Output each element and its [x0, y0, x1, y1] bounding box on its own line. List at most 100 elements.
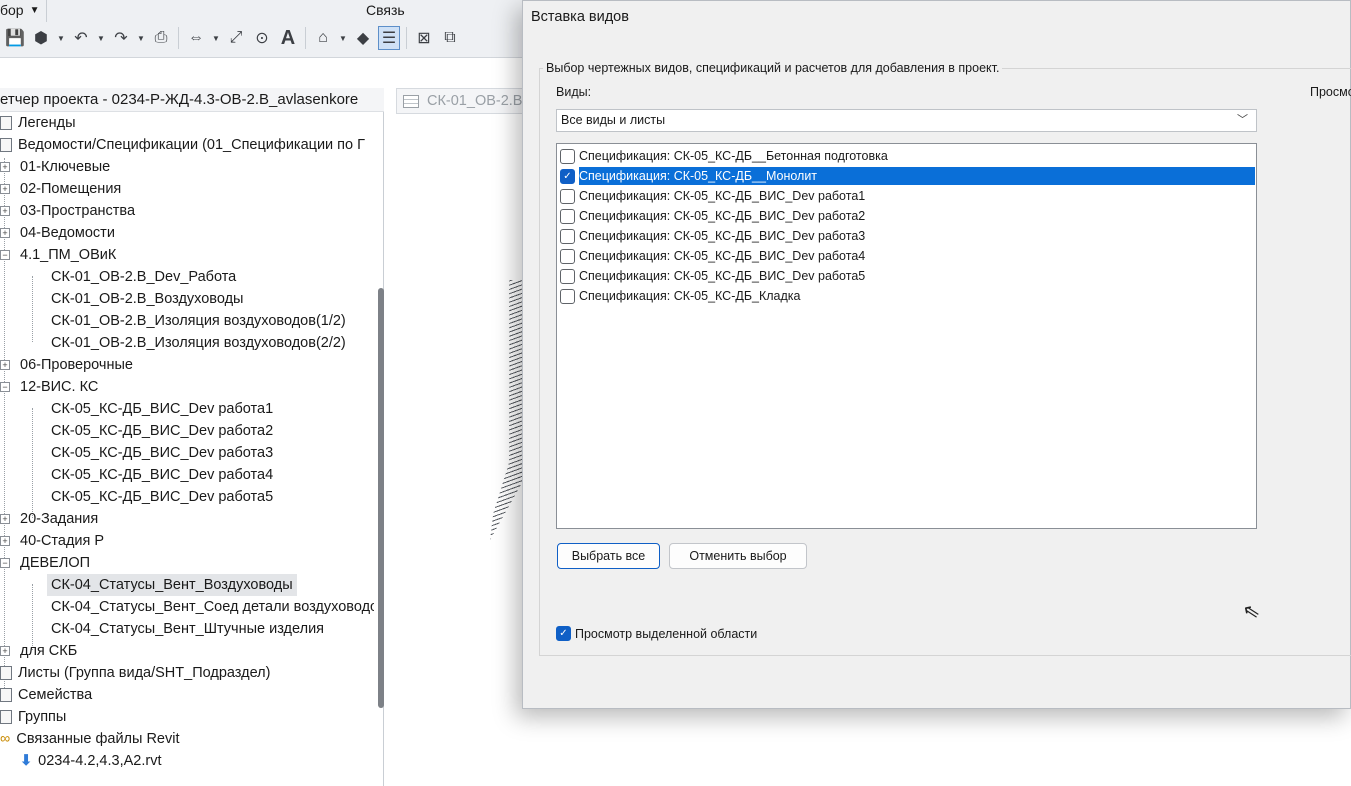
thin-lines-icon[interactable]: ☰	[378, 26, 400, 50]
tree-item-folder[interactable]: + для СКБ	[0, 640, 77, 662]
checkbox[interactable]	[560, 208, 575, 224]
ribbon-panel-dropdown[interactable]: бор ▼	[0, 2, 40, 18]
deselect-button[interactable]: Отменить выбор	[669, 543, 807, 569]
align-icon[interactable]: ⇔	[185, 26, 207, 50]
tree-item-folder[interactable]: − ДЕВЕЛОП	[0, 552, 90, 574]
chevron-down-icon[interactable]: ▼	[211, 26, 221, 50]
tree-item-groups[interactable]: Группы	[0, 706, 66, 728]
checkbox[interactable]	[560, 188, 575, 204]
project-browser-title: етчер проекта - 0234-Р-ЖД-4.3-ОВ-2.В_avl…	[0, 88, 384, 112]
select-all-button[interactable]: Выбрать все	[557, 543, 660, 569]
list-item[interactable]: Спецификация: СК-05_КС-ДБ_ВИС_Dev работа…	[558, 206, 1255, 226]
drawing-canvas[interactable]	[397, 114, 527, 786]
tree-item-label: СК-04_Статусы_Вент_Штучные изделия	[51, 621, 325, 637]
chevron-down-icon[interactable]: ▼	[96, 26, 106, 50]
checkbox-checked[interactable]: ✓	[560, 168, 575, 184]
expand-icon[interactable]: +	[0, 206, 10, 216]
checkbox-checked[interactable]: ✓	[556, 626, 571, 641]
tree-item-schedule[interactable]: СК-04_Статусы_Вент_Штучные изделия	[51, 618, 324, 640]
tree-item-label: СК-04_Статусы_Вент_Воздуховоды	[51, 577, 293, 593]
list-item[interactable]: Спецификация: СК-05_КС-ДБ_ВИС_Dev работа…	[558, 226, 1255, 246]
tree-item-label: 4.1_ПМ_ОВиК	[20, 247, 117, 263]
tree-item-folder[interactable]: + 04-Ведомости	[0, 222, 115, 244]
tree-item-folder[interactable]: + 20-Задания	[0, 508, 98, 530]
tree-item-legends[interactable]: Легенды	[0, 112, 76, 134]
tree-item-linked-file[interactable]: ⬇ 0234-4.2,4.3,А2.rvt	[20, 750, 161, 772]
tree-item-schedules[interactable]: Ведомости/Спецификации (01_Спецификации …	[0, 134, 365, 156]
collapse-icon[interactable]: −	[0, 558, 10, 568]
browser-scrollbar[interactable]	[378, 288, 384, 708]
tree-item-folder[interactable]: + 02-Помещения	[0, 178, 121, 200]
redo-icon[interactable]: ↷	[110, 26, 132, 50]
tree-item-families[interactable]: Семейства	[0, 684, 92, 706]
open-cube-icon[interactable]: ⬢	[30, 26, 52, 50]
ribbon-separator	[46, 0, 47, 22]
legend-icon	[0, 116, 12, 130]
checkbox[interactable]	[560, 248, 575, 264]
text-icon[interactable]: A	[277, 26, 299, 50]
chevron-down-icon[interactable]: ▼	[56, 26, 66, 50]
collapse-icon[interactable]: −	[0, 250, 10, 260]
tree-item-label: СК-01_ОВ-2.В_Dev_Работа	[51, 269, 237, 285]
expand-icon[interactable]: +	[0, 184, 10, 194]
checkbox[interactable]	[560, 148, 575, 164]
chevron-down-icon[interactable]: ▼	[338, 26, 348, 50]
tree-item-schedule[interactable]: СК-04_Статусы_Вент_Соед детали воздухово…	[51, 596, 374, 618]
tree-item-sheets[interactable]: Листы (Группа вида/SHT_Подраздел)	[0, 662, 270, 684]
list-item[interactable]: Спецификация: СК-05_КС-ДБ_ВИС_Dev работа…	[558, 246, 1255, 266]
tab-view[interactable]: СК-01_ОВ-2.В	[396, 88, 526, 114]
list-item[interactable]: Спецификация: СК-05_КС-ДБ__Бетонная подг…	[558, 146, 1255, 166]
tree-item-folder[interactable]: + 06-Проверочные	[0, 354, 133, 376]
views-listbox[interactable]: Спецификация: СК-05_КС-ДБ__Бетонная подг…	[556, 143, 1257, 529]
measure-icon[interactable]: ⤢	[225, 26, 247, 50]
tree-item-schedule[interactable]: СК-05_КС-ДБ_ВИС_Dev работа1	[51, 398, 273, 420]
views-filter-dropdown[interactable]: Все виды и листы ﹀	[556, 109, 1257, 132]
preview-selection-checkbox[interactable]: ✓ Просмотр выделенной области	[556, 626, 757, 641]
chevron-down-icon[interactable]: ▼	[136, 26, 146, 50]
save-icon[interactable]: 💾	[4, 26, 26, 50]
expand-icon[interactable]: +	[0, 514, 10, 524]
expand-icon[interactable]: +	[0, 228, 10, 238]
list-item-label: Спецификация: СК-05_КС-ДБ__Монолит	[579, 167, 1255, 185]
checkbox[interactable]	[560, 228, 575, 244]
expand-icon[interactable]: +	[0, 360, 10, 370]
expand-icon[interactable]: +	[0, 162, 10, 172]
tree-item-schedule[interactable]: СК-05_КС-ДБ_ВИС_Dev работа5	[51, 486, 273, 508]
collapse-icon[interactable]: −	[0, 382, 10, 392]
3d-view-icon[interactable]: ⌂	[312, 26, 334, 50]
tree-item-schedule[interactable]: СК-01_ОВ-2.В_Изоляция воздуховодов(1/2)	[51, 310, 346, 332]
tree-item-folder[interactable]: + 03-Пространства	[0, 200, 135, 222]
tree-item-folder[interactable]: + 40-Стадия Р	[0, 530, 104, 552]
tree-item-folder[interactable]: + 01-Ключевые	[0, 156, 110, 178]
list-item-selected[interactable]: ✓ Спецификация: СК-05_КС-ДБ__Монолит	[558, 166, 1255, 186]
switch-windows-icon[interactable]: ⧉	[439, 26, 461, 50]
tree-item-schedule[interactable]: СК-05_КС-ДБ_ВИС_Dev работа3	[51, 442, 273, 464]
tree-item-schedule[interactable]: СК-01_ОВ-2.В_Изоляция воздуховодов(2/2)	[51, 332, 346, 354]
section-icon[interactable]: ◆	[352, 26, 374, 50]
list-item[interactable]: Спецификация: СК-05_КС-ДБ_ВИС_Dev работа…	[558, 186, 1255, 206]
tree-item-folder[interactable]: − 4.1_ПМ_ОВиК	[0, 244, 116, 266]
list-item[interactable]: Спецификация: СК-05_КС-ДБ_Кладка	[558, 286, 1255, 306]
checkbox[interactable]	[560, 288, 575, 304]
expand-icon[interactable]: +	[0, 646, 10, 656]
tree-item-schedule[interactable]: СК-01_ОВ-2.В_Воздуховоды	[51, 288, 243, 310]
tree-item-label: 12-ВИС. КС	[20, 379, 99, 395]
print-icon[interactable]: ⎙	[150, 26, 172, 50]
tree-item-label: 02-Помещения	[20, 181, 122, 197]
tree-item-label: СК-05_КС-ДБ_ВИС_Dev работа1	[51, 401, 274, 417]
tree-item-folder[interactable]: − 12-ВИС. КС	[0, 376, 98, 398]
tree-item-schedule[interactable]: СК-01_ОВ-2.В_Dev_Работа	[51, 266, 236, 288]
tag-icon[interactable]: ⊙	[251, 26, 273, 50]
undo-icon[interactable]: ↶	[70, 26, 92, 50]
tree-item-linked-files[interactable]: ∞ Связанные файлы Revit	[0, 728, 180, 750]
tree-item-label: СК-05_КС-ДБ_ВИС_Dev работа2	[51, 423, 274, 439]
list-item[interactable]: Спецификация: СК-05_КС-ДБ_ВИС_Dev работа…	[558, 266, 1255, 286]
dialog-title: Вставка видов	[531, 9, 629, 25]
tree-item-schedule[interactable]: СК-05_КС-ДБ_ВИС_Dev работа4	[51, 464, 273, 486]
close-hidden-icon[interactable]: ⊠	[413, 26, 435, 50]
tree-item-schedule-selected[interactable]: СК-04_Статусы_Вент_Воздуховоды	[47, 574, 297, 596]
tree-item-schedule[interactable]: СК-05_КС-ДБ_ВИС_Dev работа2	[51, 420, 273, 442]
checkbox[interactable]	[560, 268, 575, 284]
list-item-label: Спецификация: СК-05_КС-ДБ__Бетонная подг…	[579, 149, 888, 163]
expand-icon[interactable]: +	[0, 536, 10, 546]
